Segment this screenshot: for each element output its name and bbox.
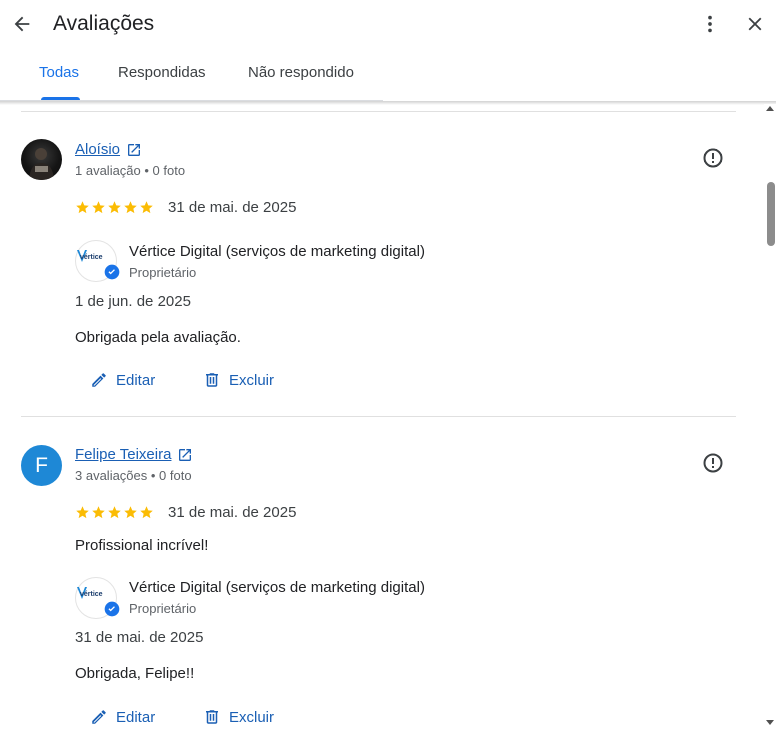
active-tab-indicator <box>41 97 80 100</box>
edit-label: Editar <box>116 708 156 726</box>
edit-reply-button[interactable]: Editar <box>90 371 155 389</box>
delete-label: Excluir <box>229 708 275 726</box>
tab-bar: Todas Respondidas Não respondido <box>0 52 776 102</box>
star-icon <box>140 506 153 519</box>
reviewer-name-row: Aloísio <box>75 141 142 158</box>
reply-date: 1 de jun. de 2025 <box>75 293 191 310</box>
person-photo-icon <box>29 148 54 180</box>
scroll-thumb[interactable] <box>767 182 775 246</box>
reviewer-name-row: Felipe Teixeira <box>75 446 193 463</box>
verified-icon <box>104 264 120 280</box>
verified-icon <box>104 601 120 617</box>
review-date: 31 de mai. de 2025 <box>168 199 297 216</box>
scroll-down-arrow-icon[interactable] <box>766 720 774 725</box>
avatar[interactable] <box>21 139 62 180</box>
logo-wordmark: vértice <box>80 254 103 261</box>
trash-icon <box>206 710 218 724</box>
edit-reply-button[interactable]: Editar <box>90 708 155 726</box>
reply-text: Obrigada, Felipe!! <box>75 665 195 682</box>
scrollbar[interactable] <box>764 104 776 730</box>
reviewer-name[interactable]: Felipe Teixeira <box>75 446 171 463</box>
star-icon <box>124 506 137 519</box>
report-icon <box>703 148 723 168</box>
report-button[interactable] <box>700 145 726 171</box>
star-icon <box>92 201 105 214</box>
star-icon <box>76 506 89 519</box>
open-in-new-icon[interactable] <box>177 447 193 463</box>
more-options-button[interactable] <box>694 8 726 40</box>
divider <box>21 111 736 112</box>
arrow-left-icon <box>14 16 30 32</box>
delete-reply-button[interactable]: Excluir <box>203 371 274 389</box>
owner-role: Proprietário <box>129 601 197 616</box>
scroll-up-arrow-icon[interactable] <box>766 106 774 111</box>
star-icon <box>108 201 121 214</box>
avatar[interactable]: F <box>21 445 62 486</box>
delete-reply-button[interactable]: Excluir <box>203 708 274 726</box>
delete-label: Excluir <box>229 371 275 389</box>
tab-todas[interactable]: Todas <box>39 64 79 81</box>
reviewer-name[interactable]: Aloísio <box>75 141 120 158</box>
owner-logo: vértice <box>75 577 120 619</box>
owner-role: Proprietário <box>129 265 197 280</box>
top-bar: Avaliações <box>0 0 776 48</box>
back-button[interactable] <box>6 8 38 40</box>
reviewer-meta: 3 avaliações • 0 foto <box>75 468 192 483</box>
edit-label: Editar <box>116 371 156 389</box>
pencil-icon <box>92 373 106 387</box>
star-icon <box>140 201 153 214</box>
reply-date: 31 de mai. de 2025 <box>75 629 204 646</box>
reviews-panel: Avaliações Todas Respondidas Não respond… <box>0 0 776 730</box>
rating-row: 31 de mai. de 2025 <box>75 199 296 216</box>
star-icon <box>108 506 121 519</box>
close-icon <box>748 17 762 31</box>
pencil-icon <box>92 710 106 724</box>
page-title: Avaliações <box>53 12 155 35</box>
star-rating <box>75 200 154 215</box>
review-comment: Profissional incrível! <box>75 537 209 554</box>
review-date: 31 de mai. de 2025 <box>168 504 297 521</box>
star-icon <box>92 506 105 519</box>
star-icon <box>124 201 137 214</box>
more-vert-icon <box>708 15 712 33</box>
owner-name: Vértice Digital (serviços de marketing d… <box>129 243 425 260</box>
divider <box>21 416 736 417</box>
reply-text: Obrigada pela avaliação. <box>75 329 241 346</box>
star-icon <box>76 201 89 214</box>
report-icon <box>703 453 723 473</box>
reviewer-meta: 1 avaliação • 0 foto <box>75 163 186 178</box>
rating-row: 31 de mai. de 2025 <box>75 504 296 521</box>
tab-nao-respondido[interactable]: Não respondido <box>248 64 354 81</box>
owner-name: Vértice Digital (serviços de marketing d… <box>129 579 425 596</box>
open-in-new-icon[interactable] <box>126 142 142 158</box>
close-button[interactable] <box>739 8 771 40</box>
trash-icon <box>206 373 218 387</box>
header-shadow <box>0 101 776 105</box>
report-button[interactable] <box>700 450 726 476</box>
tab-respondidas[interactable]: Respondidas <box>118 64 206 81</box>
logo-wordmark: vértice <box>80 591 103 598</box>
owner-logo: vértice <box>75 240 120 282</box>
star-rating <box>75 505 154 520</box>
